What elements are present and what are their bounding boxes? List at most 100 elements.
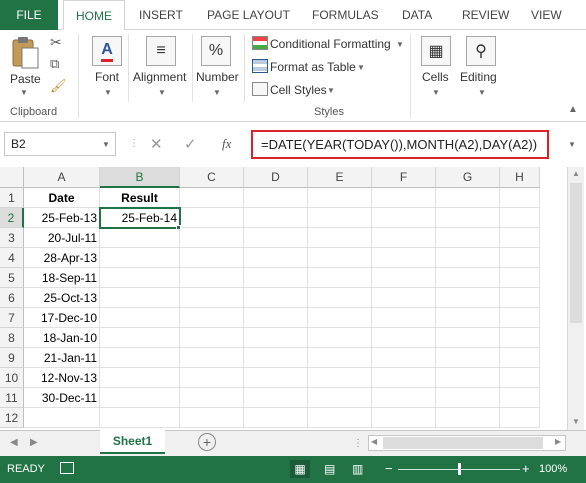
cell-a4[interactable]: 28-Apr-13 — [24, 248, 100, 268]
tab-view[interactable]: VIEW — [531, 0, 562, 30]
cell-b10[interactable] — [100, 368, 180, 388]
vertical-scroll-thumb[interactable] — [570, 183, 582, 323]
cell-c11[interactable] — [180, 388, 244, 408]
cell-a12[interactable] — [24, 408, 100, 428]
row-header-9[interactable]: 9 — [0, 348, 24, 368]
cell-h7[interactable] — [500, 308, 540, 328]
cell-b7[interactable] — [100, 308, 180, 328]
cell-a9[interactable]: 21-Jan-11 — [24, 348, 100, 368]
cell-d12[interactable] — [244, 408, 308, 428]
cell-f4[interactable] — [372, 248, 436, 268]
column-header-c[interactable]: C — [180, 167, 244, 188]
cell-c6[interactable] — [180, 288, 244, 308]
cell-c12[interactable] — [180, 408, 244, 428]
sheet-tab-sheet1[interactable]: Sheet1 — [100, 430, 165, 454]
cell-a8[interactable]: 18-Jan-10 — [24, 328, 100, 348]
row-header-3[interactable]: 3 — [0, 228, 24, 248]
cell-h3[interactable] — [500, 228, 540, 248]
cell-b9[interactable] — [100, 348, 180, 368]
cell-f5[interactable] — [372, 268, 436, 288]
editing-dropdown-icon[interactable]: ▼ — [478, 88, 486, 97]
column-header-f[interactable]: F — [372, 167, 436, 188]
cell-h2[interactable] — [500, 208, 540, 228]
alignment-button[interactable]: Alignment — [133, 70, 186, 84]
cell-g5[interactable] — [436, 268, 500, 288]
cell-e9[interactable] — [308, 348, 372, 368]
cell-h12[interactable] — [500, 408, 540, 428]
cell-d9[interactable] — [244, 348, 308, 368]
cell-d7[interactable] — [244, 308, 308, 328]
cell-h1[interactable] — [500, 188, 540, 208]
select-all-corner[interactable] — [0, 167, 24, 188]
tab-data[interactable]: DATA — [402, 0, 432, 30]
column-header-a[interactable]: A — [24, 167, 100, 188]
cancel-icon[interactable]: ✕ — [150, 135, 163, 153]
cell-b11[interactable] — [100, 388, 180, 408]
tab-page-layout[interactable]: PAGE LAYOUT — [207, 0, 290, 30]
cut-icon[interactable]: ✂ — [50, 34, 62, 51]
number-dropdown-icon[interactable]: ▼ — [213, 88, 221, 97]
cell-f8[interactable] — [372, 328, 436, 348]
page-break-view-icon[interactable]: ▥ — [352, 462, 363, 476]
cell-d4[interactable] — [244, 248, 308, 268]
tab-review[interactable]: REVIEW — [462, 0, 509, 30]
cell-e1[interactable] — [308, 188, 372, 208]
alignment-dropdown-icon[interactable]: ▼ — [158, 88, 166, 97]
cell-c5[interactable] — [180, 268, 244, 288]
paste-dropdown-icon[interactable]: ▼ — [20, 88, 28, 97]
insert-function-button[interactable]: fx — [222, 136, 231, 152]
cell-c10[interactable] — [180, 368, 244, 388]
format-as-table-dropdown-icon[interactable]: ▼ — [357, 63, 365, 72]
cell-e8[interactable] — [308, 328, 372, 348]
cell-e12[interactable] — [308, 408, 372, 428]
cell-d1[interactable] — [244, 188, 308, 208]
column-header-h[interactable]: H — [500, 167, 540, 188]
cell-f7[interactable] — [372, 308, 436, 328]
cell-f2[interactable] — [372, 208, 436, 228]
horizontal-scroll-thumb[interactable] — [383, 437, 543, 449]
zoom-level[interactable]: 100% — [539, 463, 567, 475]
conditional-formatting-button[interactable]: Conditional Formatting — [270, 37, 391, 51]
cell-f3[interactable] — [372, 228, 436, 248]
cells-button[interactable]: Cells — [422, 70, 449, 84]
number-button[interactable]: Number — [196, 70, 239, 84]
scroll-sheets-right-icon[interactable]: ▶ — [30, 437, 38, 448]
cell-f11[interactable] — [372, 388, 436, 408]
cell-a5[interactable]: 18-Sep-11 — [24, 268, 100, 288]
scroll-sheets-left-icon[interactable]: ◀ — [10, 437, 18, 448]
cell-g1[interactable] — [436, 188, 500, 208]
cell-a7[interactable]: 17-Dec-10 — [24, 308, 100, 328]
row-header-6[interactable]: 6 — [0, 288, 24, 308]
cell-h5[interactable] — [500, 268, 540, 288]
cell-b12[interactable] — [100, 408, 180, 428]
name-box-dropdown-icon[interactable]: ▼ — [102, 140, 110, 149]
tab-home[interactable]: HOME — [63, 0, 125, 31]
scroll-left-icon[interactable]: ◀ — [371, 437, 377, 446]
cell-d8[interactable] — [244, 328, 308, 348]
cell-d2[interactable] — [244, 208, 308, 228]
active-cell-b2[interactable]: 25-Feb-14 — [99, 207, 181, 229]
paste-button[interactable]: Paste — [10, 72, 41, 86]
expand-formula-bar-icon[interactable]: ▼ — [568, 140, 576, 149]
cell-styles-dropdown-icon[interactable]: ▼ — [327, 86, 335, 95]
cell-a1[interactable]: Date — [24, 188, 100, 208]
cell-b8[interactable] — [100, 328, 180, 348]
cell-b1[interactable]: Result — [100, 188, 180, 208]
macro-record-icon[interactable] — [60, 462, 74, 474]
cell-d11[interactable] — [244, 388, 308, 408]
name-box[interactable]: B2 — [4, 132, 116, 156]
column-header-d[interactable]: D — [244, 167, 308, 188]
cell-b4[interactable] — [100, 248, 180, 268]
scroll-up-icon[interactable]: ▲ — [572, 169, 580, 178]
column-header-b[interactable]: B — [100, 167, 180, 188]
row-header-11[interactable]: 11 — [0, 388, 24, 408]
cell-a11[interactable]: 30-Dec-11 — [24, 388, 100, 408]
cell-c2[interactable] — [180, 208, 244, 228]
cell-d5[interactable] — [244, 268, 308, 288]
cell-d10[interactable] — [244, 368, 308, 388]
scroll-right-icon[interactable]: ▶ — [555, 437, 561, 446]
row-header-10[interactable]: 10 — [0, 368, 24, 388]
cell-e3[interactable] — [308, 228, 372, 248]
cell-g8[interactable] — [436, 328, 500, 348]
tab-file[interactable]: FILE — [0, 0, 58, 30]
